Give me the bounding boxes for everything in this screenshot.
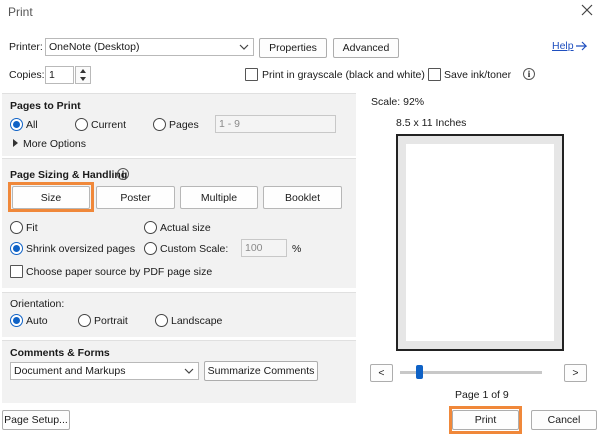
orientation-auto-radio[interactable] <box>10 314 23 327</box>
scale-readout: Scale: 92% <box>371 96 425 108</box>
dialog-title: Print <box>8 5 33 19</box>
grayscale-label: Print in grayscale (black and white) <box>262 69 425 81</box>
custom-scale-input[interactable]: 100 <box>241 239 287 257</box>
printer-label: Printer: <box>9 41 43 53</box>
copies-label: Copies: <box>9 69 45 81</box>
page-setup-button[interactable]: Page Setup... <box>2 410 70 430</box>
pages-to-print-title: Pages to Print <box>10 100 81 112</box>
more-options-label[interactable]: More Options <box>23 138 86 150</box>
orientation-landscape-radio[interactable] <box>155 314 168 327</box>
orientation-portrait-label: Portrait <box>94 315 128 327</box>
shrink-radio[interactable] <box>10 242 23 255</box>
pages-range-label: Pages <box>169 119 199 131</box>
tab-booklet[interactable]: Booklet <box>263 186 342 209</box>
summarize-comments-button[interactable]: Summarize Comments <box>204 361 318 381</box>
pages-range-radio[interactable] <box>153 118 166 131</box>
print-dialog: Print Printer: OneNote (Desktop) Propert… <box>0 0 600 439</box>
page-slider-thumb[interactable] <box>416 365 423 379</box>
help-link[interactable]: Help <box>552 40 574 52</box>
stepper-down-icon[interactable] <box>79 76 87 82</box>
paper-source-checkbox[interactable] <box>10 265 23 278</box>
pages-all-label: All <box>26 119 38 131</box>
page-indicator: Page 1 of 9 <box>455 389 509 401</box>
print-highlight <box>449 406 522 434</box>
comments-select[interactable]: Document and Markups <box>10 362 199 380</box>
custom-scale-label: Custom Scale: <box>160 243 229 255</box>
tab-poster[interactable]: Poster <box>96 186 175 209</box>
grayscale-checkbox[interactable] <box>245 68 258 81</box>
orientation-landscape-label: Landscape <box>171 315 223 327</box>
chevron-down-icon <box>184 368 194 374</box>
save-ink-label: Save ink/toner <box>444 69 512 81</box>
chevron-down-icon <box>239 44 249 50</box>
pages-current-radio[interactable] <box>75 118 88 131</box>
pages-range-input[interactable]: 1 - 9 <box>215 115 336 133</box>
close-icon[interactable] <box>579 2 595 18</box>
custom-scale-radio[interactable] <box>144 242 157 255</box>
printer-select-value: OneNote (Desktop) <box>49 41 140 53</box>
prev-page-button[interactable]: < <box>370 364 393 382</box>
comments-select-value: Document and Markups <box>14 365 126 377</box>
page-preview-sheet <box>406 144 554 341</box>
copies-stepper[interactable] <box>75 66 91 84</box>
orientation-title: Orientation: <box>10 298 65 310</box>
fit-label: Fit <box>26 222 38 234</box>
actual-size-radio[interactable] <box>144 221 157 234</box>
page-sizing-info-icon[interactable]: i <box>117 168 129 180</box>
help-icon[interactable] <box>575 40 587 52</box>
tab-multiple[interactable]: Multiple <box>180 186 258 209</box>
comments-forms-title: Comments & Forms <box>10 347 110 359</box>
page-preview-frame <box>396 134 564 351</box>
next-page-button[interactable]: > <box>564 364 587 382</box>
page-sizing-title: Page Sizing & Handling <box>10 169 128 181</box>
pages-current-label: Current <box>91 119 127 131</box>
orientation-auto-label: Auto <box>26 315 48 327</box>
save-ink-checkbox[interactable] <box>428 68 441 81</box>
fit-radio[interactable] <box>10 221 23 234</box>
properties-button[interactable]: Properties <box>259 38 327 58</box>
paper-size-label: 8.5 x 11 Inches <box>396 117 467 129</box>
advanced-button[interactable]: Advanced <box>333 38 399 58</box>
pages-all-radio[interactable] <box>10 118 23 131</box>
expand-triangle-icon[interactable] <box>12 139 19 147</box>
paper-source-label: Choose paper source by PDF page size <box>26 266 213 278</box>
copies-input[interactable]: 1 <box>45 66 74 84</box>
info-icon[interactable]: i <box>523 68 535 80</box>
percent-sign: % <box>292 243 302 255</box>
orientation-portrait-radio[interactable] <box>78 314 91 327</box>
stepper-up-icon[interactable] <box>79 68 87 74</box>
size-highlight <box>8 182 94 212</box>
cancel-button[interactable]: Cancel <box>531 410 597 430</box>
printer-select[interactable]: OneNote (Desktop) <box>45 38 254 56</box>
shrink-label: Shrink oversized pages <box>26 243 136 255</box>
actual-size-label: Actual size <box>160 222 211 234</box>
